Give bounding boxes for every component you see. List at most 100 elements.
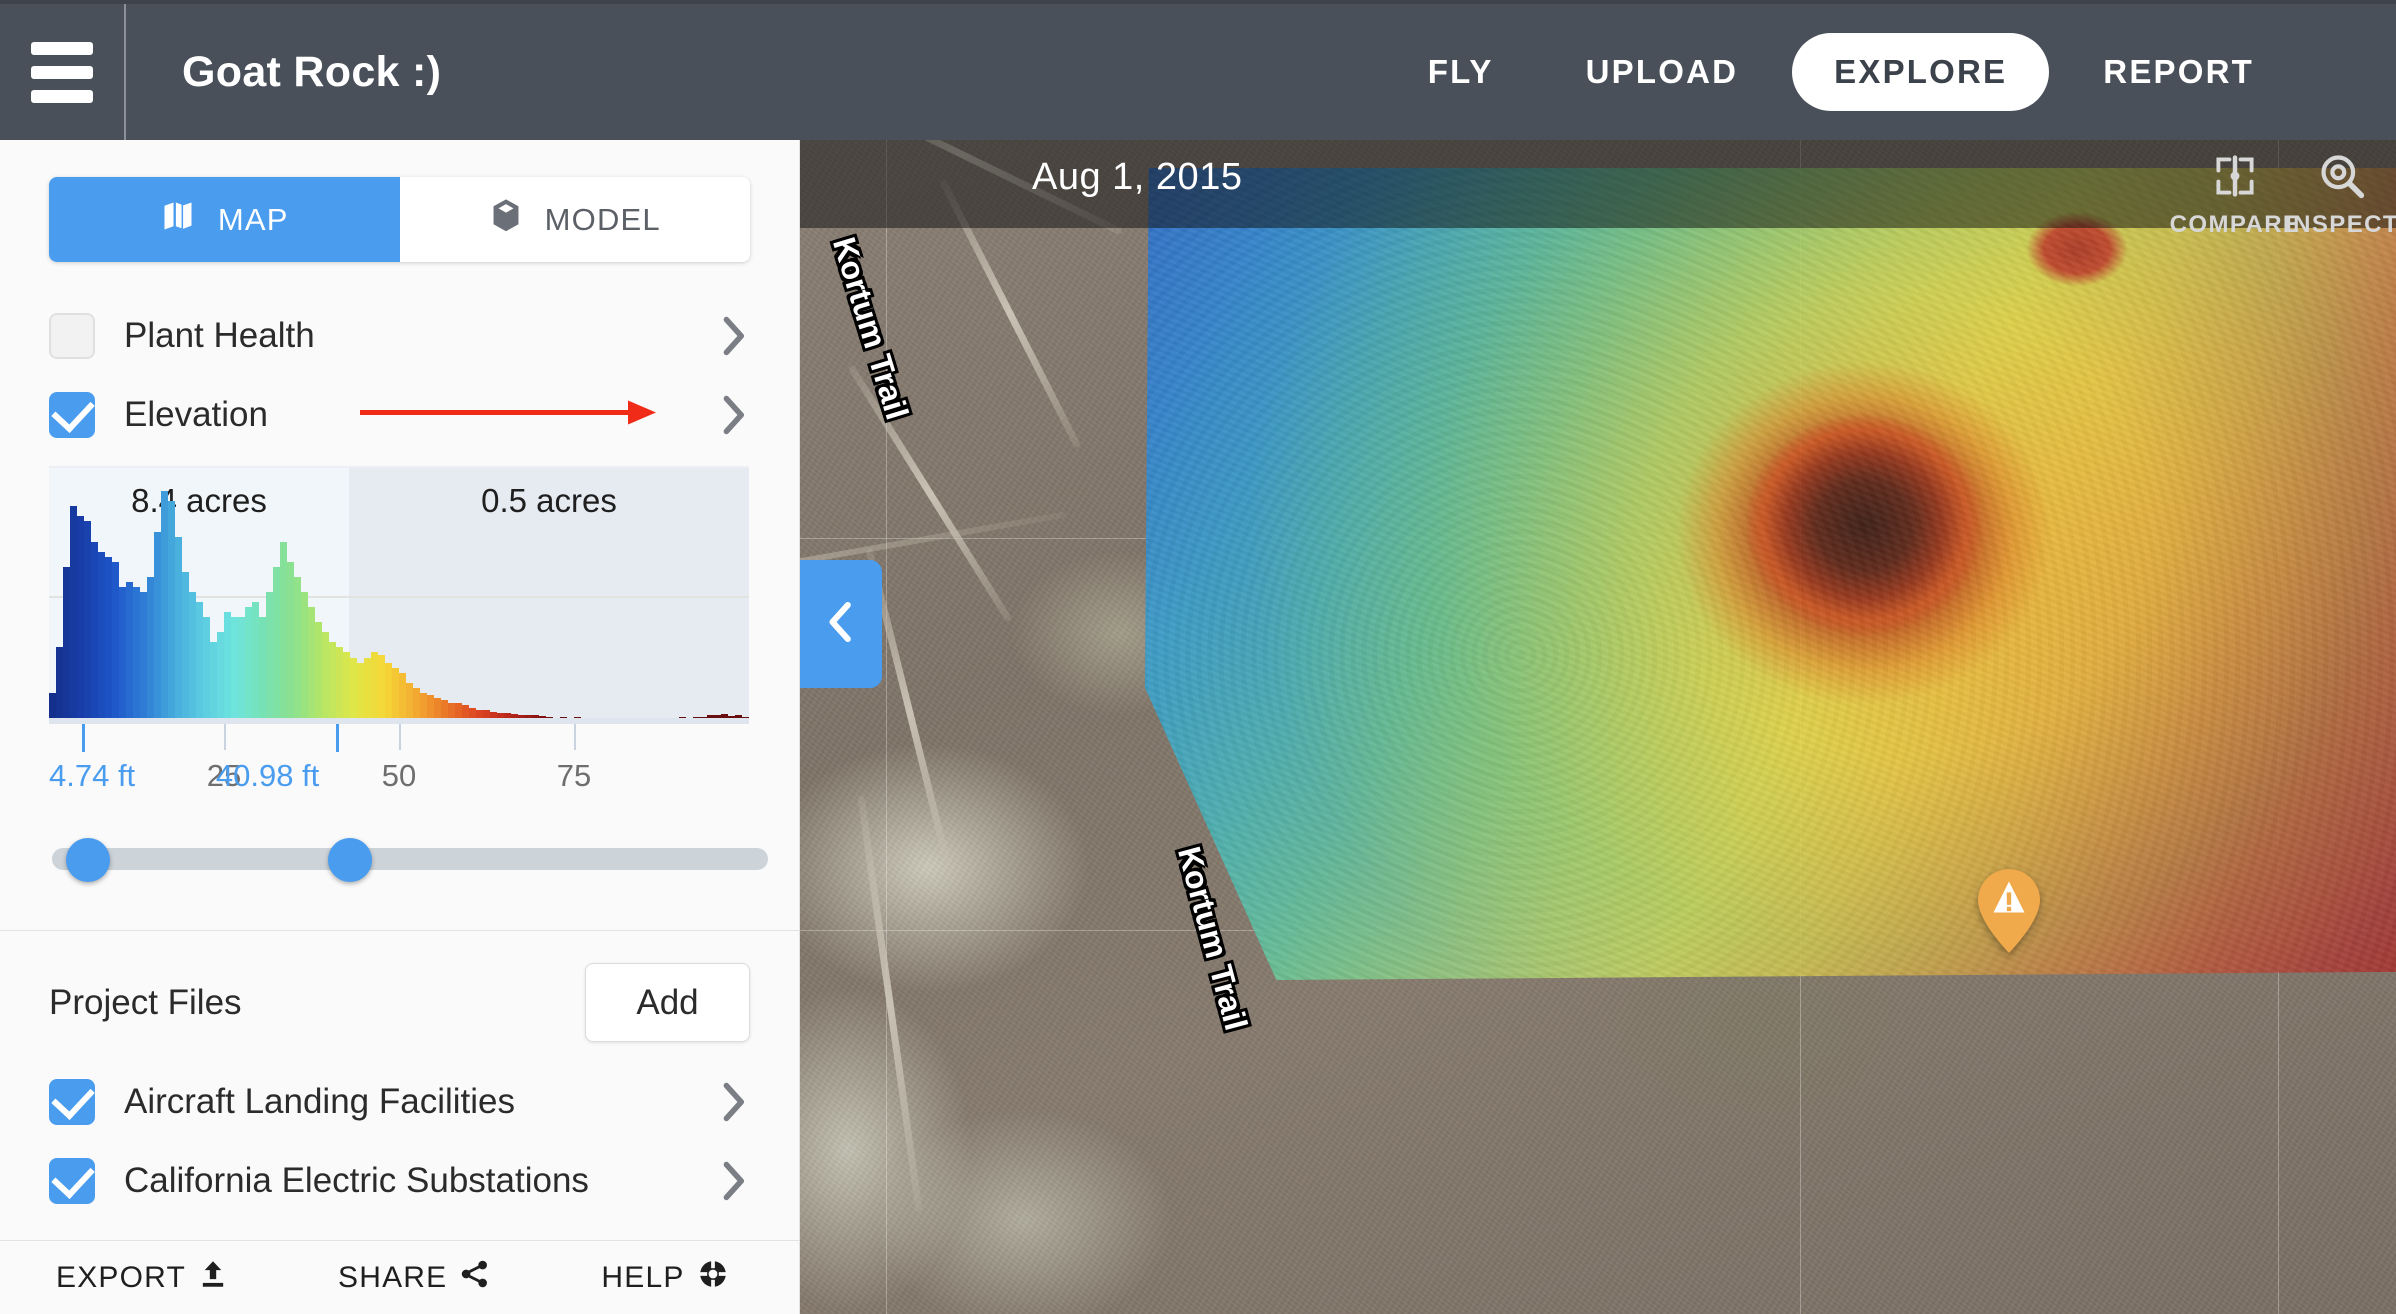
tab-map[interactable]: MAP xyxy=(49,177,400,262)
histogram-bar xyxy=(693,716,700,718)
chevron-right-icon[interactable] xyxy=(716,1079,750,1125)
layer-row-elevation[interactable]: Elevation xyxy=(0,375,799,454)
layer-label: Plant Health xyxy=(124,315,315,355)
share-button[interactable]: SHARE xyxy=(338,1260,489,1296)
app-root: Goat Rock :) FLY UPLOAD EXPLORE REPORT M… xyxy=(0,0,2396,1314)
histogram-ticks xyxy=(49,724,749,758)
histogram-bar xyxy=(56,647,63,718)
histogram-bars xyxy=(49,466,749,718)
histogram-bar xyxy=(238,617,245,718)
histogram-bar xyxy=(735,715,742,718)
histogram-bar xyxy=(301,592,308,718)
slider-handle-min[interactable] xyxy=(65,838,110,882)
map-viewport[interactable]: Kortum Trail Kortum Trail Aug 1, 2015 CO… xyxy=(800,140,2396,1314)
chevron-right-icon[interactable] xyxy=(716,1158,750,1204)
histogram-bar xyxy=(126,581,133,718)
histogram-bar xyxy=(140,592,147,718)
histogram-bar xyxy=(133,586,140,718)
histogram-bar xyxy=(511,714,518,718)
export-button[interactable]: EXPORT xyxy=(56,1260,226,1296)
histogram-bar xyxy=(161,491,168,718)
histogram-bar xyxy=(707,714,714,718)
histogram-bar xyxy=(406,682,413,718)
hamburger-menu-icon[interactable] xyxy=(0,4,126,140)
histogram-bar xyxy=(273,566,280,718)
histogram-tick xyxy=(399,724,401,750)
inspect-tool-button[interactable]: INSPECT xyxy=(2262,140,2396,239)
histogram-bar xyxy=(154,531,161,718)
hamburger-bar xyxy=(31,65,93,79)
histogram-bar xyxy=(147,576,154,718)
histogram-bar xyxy=(539,715,546,718)
histogram-bar xyxy=(70,506,77,718)
share-label: SHARE xyxy=(338,1260,448,1294)
histogram-axis-tick-label: 75 xyxy=(556,758,592,793)
file-row-aircraft-landing-facilities[interactable]: Aircraft Landing Facilities xyxy=(0,1062,799,1141)
histogram-bar xyxy=(469,707,476,718)
histogram-plot: 8.4 acres 0.5 acres xyxy=(49,466,749,718)
histogram-bar xyxy=(679,717,686,718)
histogram-bar xyxy=(392,667,399,718)
histogram-axis-tick-label: 50 xyxy=(381,758,417,793)
slider-handle-max[interactable] xyxy=(327,838,372,882)
range-max-value-label: 40.98 ft xyxy=(215,758,320,793)
layer-label: Elevation xyxy=(124,394,268,434)
file-row-california-electric-substations[interactable]: California Electric Substations xyxy=(0,1141,799,1220)
histogram-bar xyxy=(224,612,231,718)
histogram-bar xyxy=(168,501,175,718)
elevation-range-slider[interactable] xyxy=(32,826,768,892)
histogram-bar xyxy=(525,715,532,718)
histogram-bar xyxy=(217,632,224,718)
histogram-bar xyxy=(413,687,420,718)
file-checkbox-california-electric-substations[interactable] xyxy=(49,1157,95,1204)
histogram-bar xyxy=(245,607,252,718)
chevron-right-icon[interactable] xyxy=(716,392,750,438)
histogram-bar xyxy=(287,561,294,718)
histogram-bar xyxy=(532,715,539,718)
histogram-range-tick xyxy=(335,724,339,752)
nav-tab-report[interactable]: REPORT xyxy=(2057,33,2300,111)
hamburger-bar xyxy=(31,89,93,103)
histogram-bar xyxy=(497,712,504,718)
histogram-bar xyxy=(721,714,728,718)
layer-checkbox-plant-health[interactable] xyxy=(49,312,95,359)
chevron-left-icon xyxy=(824,598,858,651)
histogram-bar xyxy=(518,715,525,718)
range-min-value-label: 4.74 ft xyxy=(49,758,136,793)
nav-tab-upload[interactable]: UPLOAD xyxy=(1540,33,1785,111)
warning-pin-icon[interactable] xyxy=(1978,868,2040,954)
layer-row-plant-health[interactable]: Plant Health xyxy=(0,296,799,375)
chevron-right-icon[interactable] xyxy=(716,313,750,359)
slider-track[interactable] xyxy=(52,848,768,870)
left-sidebar: MAP MODEL Plant Health Elevation 8.4 acr… xyxy=(0,140,800,1314)
layer-checkbox-elevation[interactable] xyxy=(49,391,95,438)
tab-model-label: MODEL xyxy=(544,201,661,237)
tab-map-label: MAP xyxy=(217,201,289,237)
main-nav: FLY UPLOAD EXPLORE REPORT xyxy=(1382,33,2396,111)
magnifier-icon xyxy=(2318,152,2366,205)
histogram-bar xyxy=(490,711,497,718)
histogram-bar xyxy=(385,662,392,718)
histogram-bar xyxy=(343,652,350,718)
histogram-bar xyxy=(364,657,371,718)
histogram-bar xyxy=(210,642,217,718)
tab-model[interactable]: MODEL xyxy=(399,177,750,262)
compare-icon xyxy=(2211,152,2259,205)
histogram-bar xyxy=(462,705,469,718)
histogram-bar xyxy=(378,655,385,718)
sidebar-collapse-button[interactable] xyxy=(800,560,882,688)
elevation-overlay xyxy=(1145,168,2396,980)
histogram-bar xyxy=(546,716,553,718)
nav-tab-fly[interactable]: FLY xyxy=(1382,33,1540,111)
histogram-bar xyxy=(63,566,70,718)
histogram-bar xyxy=(560,716,567,718)
histogram-bar xyxy=(182,571,189,718)
project-files-title: Project Files xyxy=(49,982,242,1022)
nav-tab-explore[interactable]: EXPLORE xyxy=(1792,33,2050,111)
file-checkbox-aircraft-landing-facilities[interactable] xyxy=(49,1078,95,1125)
histogram-bar xyxy=(728,715,735,718)
elevation-histogram: 8.4 acres 0.5 acres 25 50 75 4.74 ft 40.98 f… xyxy=(49,466,750,804)
histogram-bar xyxy=(91,541,98,718)
add-file-button[interactable]: Add xyxy=(585,963,750,1042)
help-button[interactable]: HELP xyxy=(601,1259,727,1296)
